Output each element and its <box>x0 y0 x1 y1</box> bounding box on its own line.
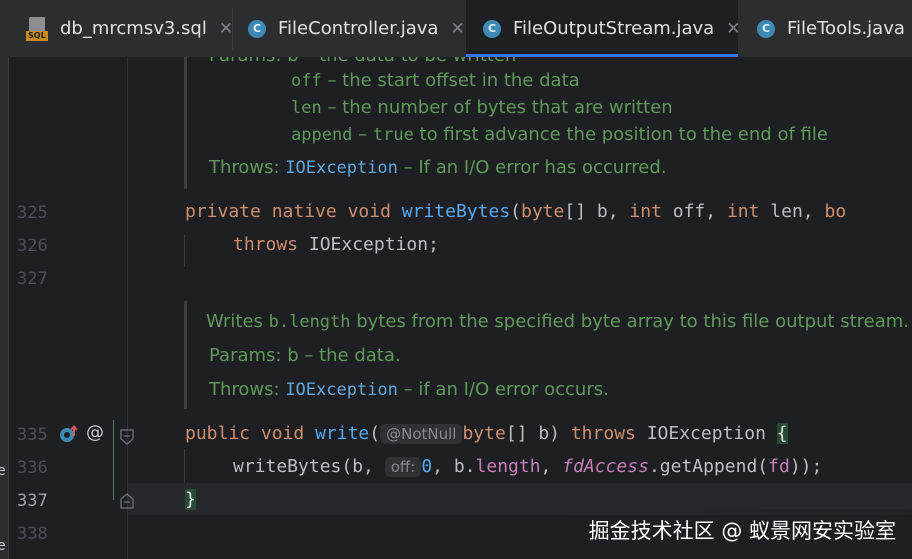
ioexception-link[interactable]: IOException <box>285 158 398 178</box>
javadoc-rendered-block: Writes b.length bytes from the specified… <box>184 301 912 409</box>
tab-label: FileOutputStream.java <box>513 18 715 39</box>
line-number: 336 <box>17 458 48 478</box>
doc-description: Writes b.length bytes from the specified… <box>206 311 909 332</box>
side-letter: e <box>0 538 6 554</box>
line-number: 335 <box>17 425 48 445</box>
code-line-335: public void write(@NotNull byte[] b) thro… <box>185 423 788 444</box>
sql-file-icon: SQL <box>26 16 48 41</box>
java-class-icon: C <box>483 19 501 38</box>
doc-param-append: append – true to first advance the posit… <box>291 124 828 145</box>
indent-guide <box>184 449 185 483</box>
code-line-337: } <box>185 489 196 510</box>
line-number-current: 337 <box>17 491 48 511</box>
vcs-change-marker <box>113 420 114 500</box>
doc-throws-line: Throws: IOException – If an I/O error ha… <box>209 157 667 178</box>
tab-filecontroller-java[interactable]: C FileController.java ✕ <box>248 0 465 57</box>
code-line-325: private native void writeBytes(byte[] b,… <box>185 201 847 222</box>
matching-brace: } <box>185 489 196 510</box>
doc-param-len: len – the number of bytes that are writt… <box>291 97 673 118</box>
close-icon[interactable]: ✕ <box>726 19 740 39</box>
doc-throws-line: Throws: IOException – if an I/O error oc… <box>209 379 609 400</box>
watermark-text: 掘金技术社区 @ 蚁景网安实验室 <box>588 519 896 543</box>
tab-label: FileTools.java <box>787 18 905 39</box>
left-tool-strip: e e <box>0 57 9 559</box>
close-icon[interactable]: ✕ <box>219 19 233 39</box>
tab-fileoutputstream-java[interactable]: C FileOutputStream.java ✕ <box>466 0 740 57</box>
code-editor[interactable]: e e 325 326 327 335 336 337 338 @ Params… <box>0 57 912 559</box>
fold-end-icon[interactable] <box>120 493 134 513</box>
line-number: 327 <box>17 269 48 289</box>
tab-label: FileController.java <box>278 18 439 39</box>
ioexception-link[interactable]: IOException <box>285 380 398 400</box>
override-icon[interactable] <box>59 424 79 444</box>
javadoc-rendered-block: Params: b – the data to be written off –… <box>184 57 912 189</box>
code-line-326: throws IOException; <box>233 234 439 255</box>
java-class-icon: C <box>248 19 266 38</box>
line-number-gutter: 325 326 327 335 336 337 338 @ <box>9 57 134 559</box>
close-icon[interactable]: ✕ <box>450 19 464 39</box>
matching-brace: { <box>776 423 788 444</box>
doc-params-line: Params: b – the data to be written <box>209 57 516 66</box>
tab-filetools-java[interactable]: C FileTools.java ✕ <box>757 0 912 57</box>
doc-param-off: off – the start offset in the data <box>291 70 580 91</box>
fold-icon[interactable] <box>120 429 134 449</box>
tab-db-mrcmsv3-sql[interactable]: SQL db_mrcmsv3.sql ✕ <box>26 0 233 57</box>
java-class-icon: C <box>757 19 775 38</box>
line-number: 326 <box>17 236 48 256</box>
code-line-336: writeBytes(b, off: 0, b.length, fdAccess.… <box>233 456 823 477</box>
inlay-hint: off: <box>384 457 422 477</box>
indent-guide <box>184 235 185 267</box>
side-letter: e <box>0 463 6 479</box>
doc-params-line: Params: b – the data. <box>209 345 401 366</box>
inlay-hint: @NotNull <box>380 424 463 444</box>
line-number: 338 <box>17 524 48 544</box>
line-number: 325 <box>17 203 48 223</box>
tab-label: db_mrcmsv3.sql <box>60 18 207 39</box>
editor-tab-bar: SQL db_mrcmsv3.sql ✕ C FileController.ja… <box>0 0 912 58</box>
annotation-icon[interactable]: @ <box>86 422 104 443</box>
